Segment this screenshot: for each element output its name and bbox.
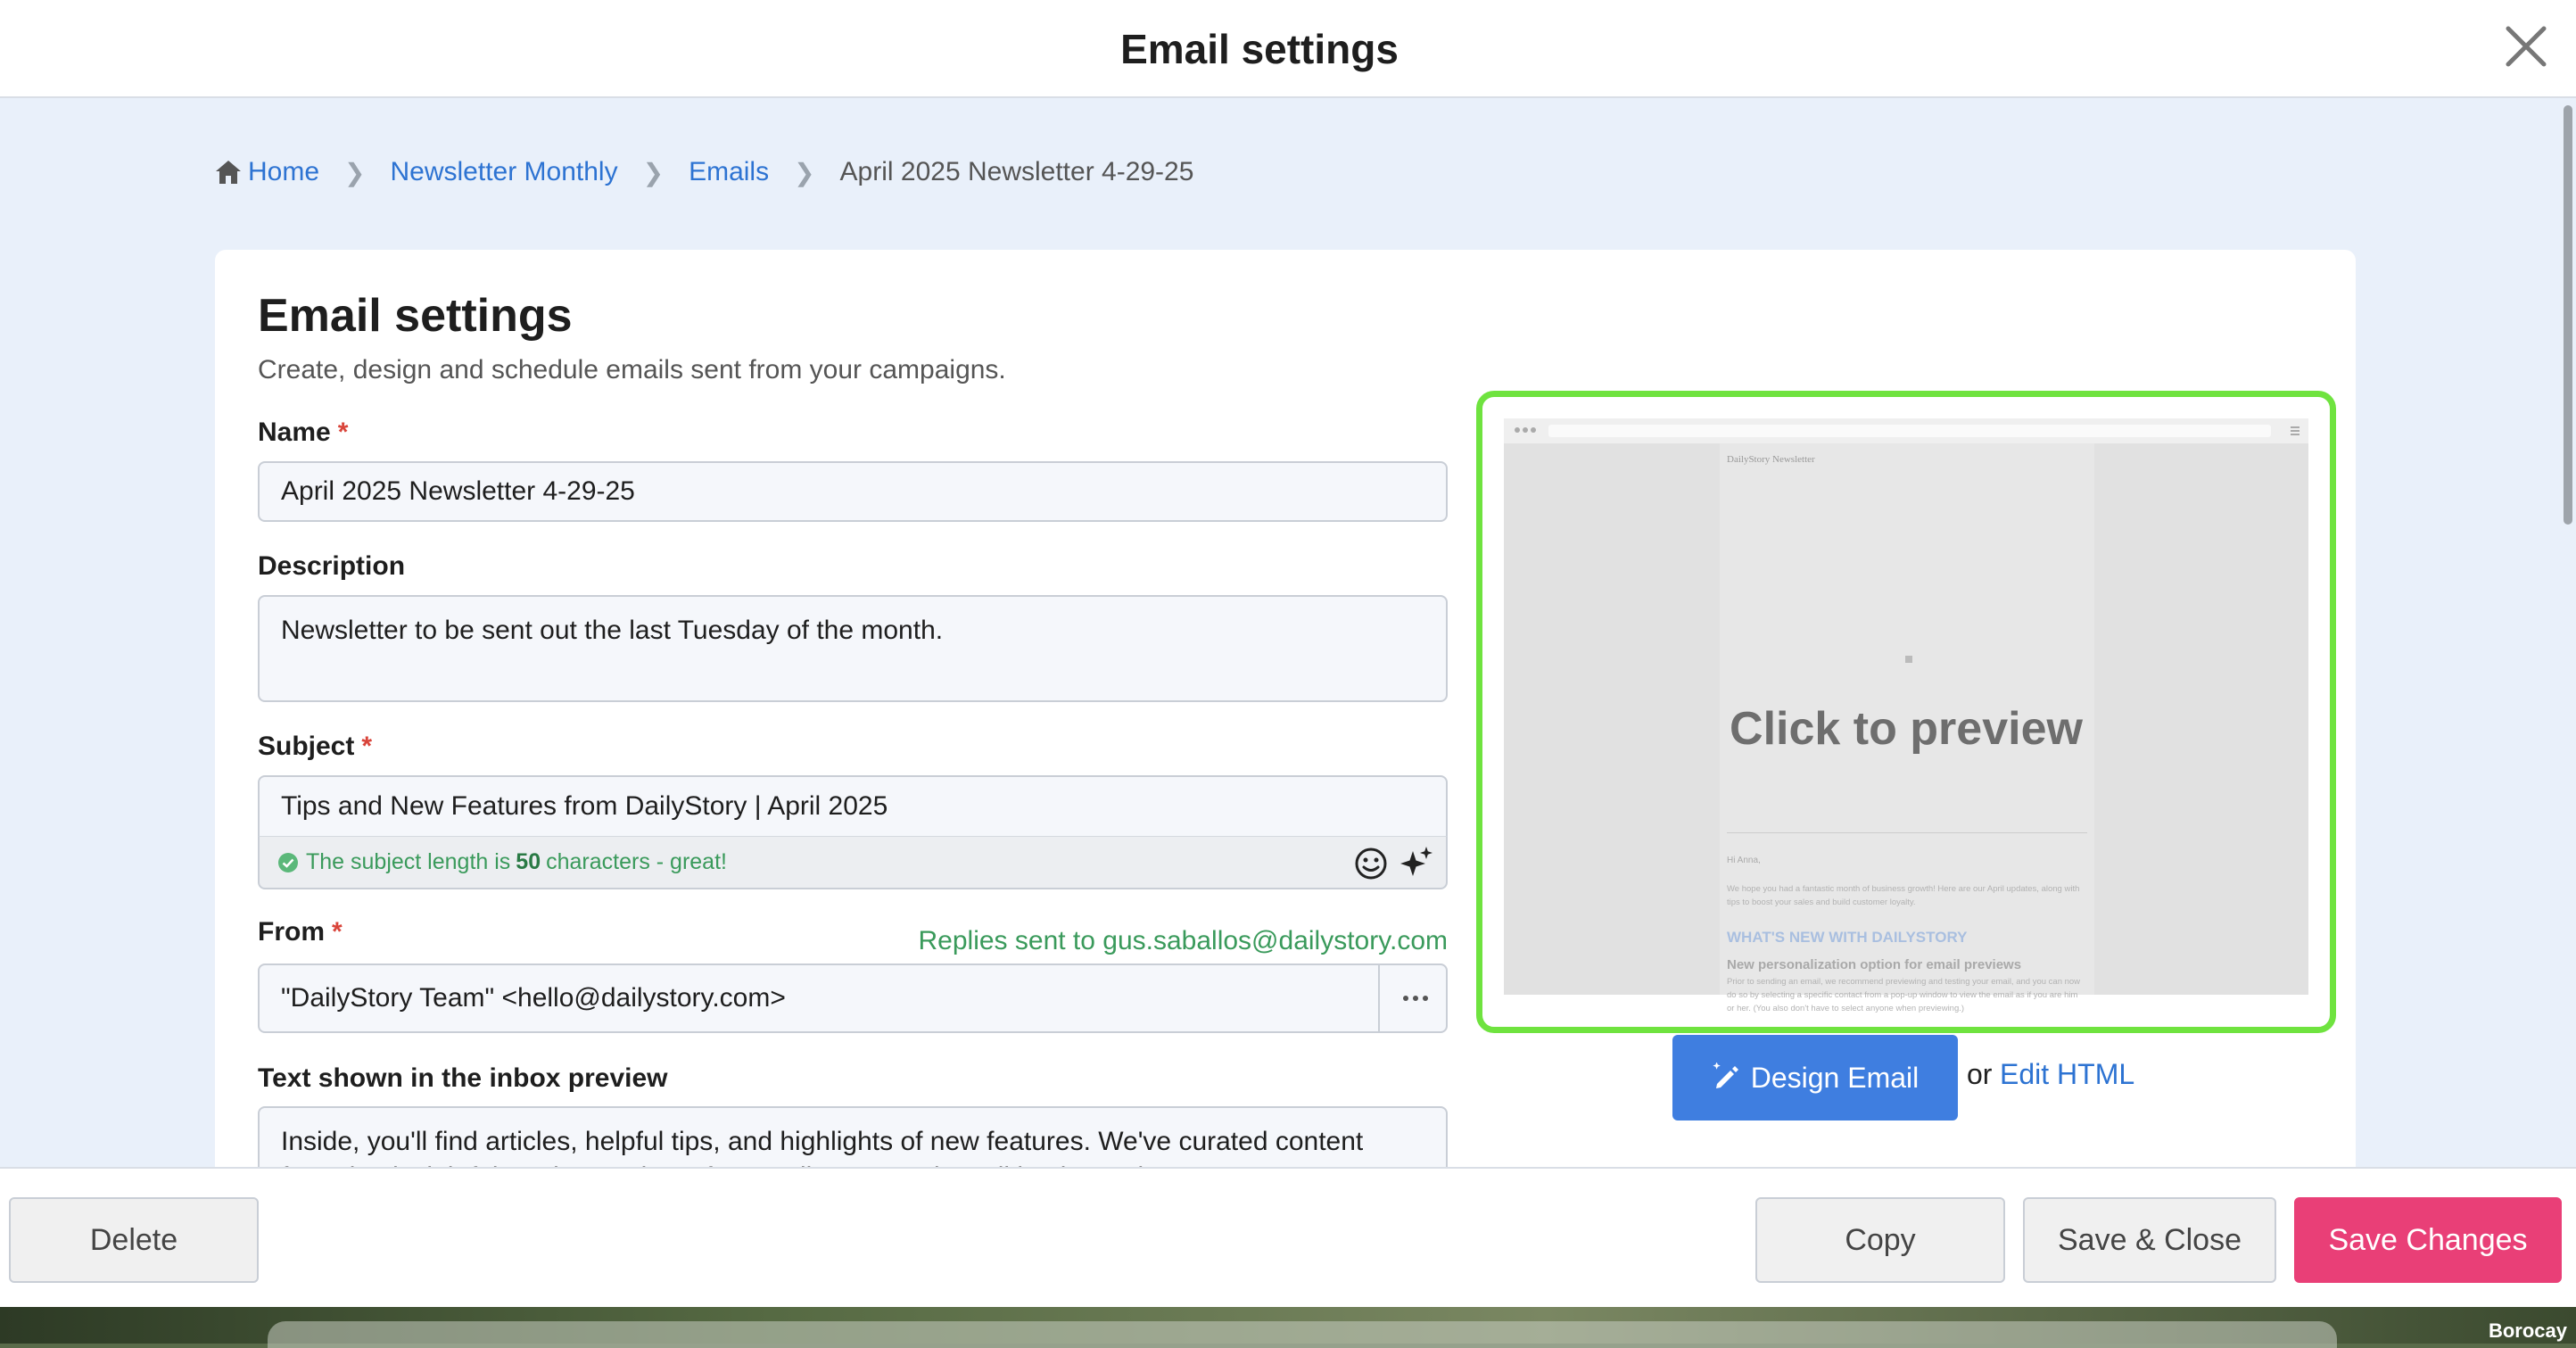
design-email-button[interactable]: Design Email — [1672, 1035, 1958, 1121]
from-label: From * — [258, 917, 343, 947]
subject-length-status: The subject length is 50 characters - gr… — [277, 849, 727, 875]
settings-card: Email settings Create, design and schedu… — [215, 250, 2356, 1307]
close-icon[interactable] — [2499, 20, 2553, 73]
more-icon — [1403, 996, 1408, 1001]
footer-actions: Delete Copy Save & Close Save Changes — [0, 1167, 2576, 1307]
chevron-right-icon: ❯ — [344, 158, 366, 186]
chevron-right-icon: ❯ — [642, 158, 665, 186]
click-to-preview-label: Click to preview — [1730, 703, 2083, 755]
breadcrumb-home[interactable]: Home — [248, 157, 319, 187]
breadcrumb-current: April 2025 Newsletter 4-29-25 — [839, 157, 1194, 186]
page-subtitle: Create, design and schedule emails sent … — [258, 355, 1006, 385]
subject-toolbar: The subject length is 50 characters - gr… — [258, 836, 1448, 889]
name-input[interactable] — [258, 461, 1448, 522]
subject-label: Subject * — [258, 732, 373, 761]
preview-greeting: Hi Anna, — [1727, 856, 1761, 865]
preview-url-bar — [1548, 425, 2271, 437]
menu-icon — [2291, 426, 2299, 428]
dock — [268, 1321, 2337, 1348]
copy-button[interactable]: Copy — [1755, 1197, 2005, 1283]
preview-article-title: New personalization option for email pre… — [1727, 957, 2022, 972]
breadcrumb-newsletter-monthly[interactable]: Newsletter Monthly — [391, 157, 618, 187]
email-settings-modal: Email settings Home ❯ Newsletter Monthly… — [0, 0, 2576, 1307]
chevron-right-icon: ❯ — [794, 158, 815, 186]
preview-text-label: Text shown in the inbox preview — [258, 1063, 668, 1093]
subject-input[interactable] — [258, 775, 1448, 838]
image-placeholder-icon — [1905, 656, 1912, 663]
save-changes-button[interactable]: Save Changes — [2294, 1197, 2562, 1283]
window-dots-icon — [1515, 427, 1520, 433]
edit-html-link[interactable]: Edit HTML — [2000, 1058, 2134, 1091]
save-close-button[interactable]: Save & Close — [2023, 1197, 2276, 1283]
sparkle-icon[interactable] — [1398, 844, 1435, 881]
modal-title: Email settings — [1120, 26, 1399, 72]
preview-intro: We hope you had a fantastic month of bus… — [1727, 884, 2080, 907]
preview-brand: DailyStory Newsletter — [1727, 454, 1815, 465]
preview-section-heading: WHAT'S NEW WITH DAILYSTORY — [1727, 929, 1968, 946]
description-textarea[interactable]: Newsletter to be sent out the last Tuesd… — [258, 595, 1448, 702]
breadcrumb-emails[interactable]: Emails — [689, 157, 769, 187]
or-text: or — [1967, 1058, 1993, 1090]
preview-article-body: Prior to sending an email, we recommend … — [1727, 977, 2081, 1013]
from-input[interactable] — [258, 963, 1380, 1033]
desktop-label: Borocay — [2488, 1319, 2567, 1342]
scrollbar-thumb[interactable] — [2564, 105, 2572, 525]
divider — [1727, 832, 2087, 833]
home-icon — [216, 161, 241, 184]
email-preview[interactable]: DailyStory Newsletter Hi Anna, We hope y… — [1476, 391, 2336, 1033]
description-label: Description — [258, 551, 406, 581]
reply-to-text: Replies sent to gus.saballos@dailystory.… — [918, 926, 1449, 955]
check-circle-icon — [278, 852, 298, 872]
name-label: Name * — [258, 418, 349, 447]
emoji-icon[interactable] — [1353, 846, 1389, 881]
page-title: Email settings — [258, 290, 573, 342]
pencil-icon — [1713, 1063, 1738, 1088]
breadcrumb: Home ❯ Newsletter Monthly ❯ Emails ❯ Apr… — [214, 157, 1193, 187]
scrollbar[interactable] — [2560, 100, 2576, 1170]
delete-button[interactable]: Delete — [9, 1197, 259, 1283]
from-more-button[interactable] — [1378, 963, 1448, 1033]
desktop-background: Borocay — [0, 1307, 2576, 1348]
modal-header: Email settings — [0, 0, 2576, 98]
preview-browser-bar — [1504, 418, 2308, 443]
